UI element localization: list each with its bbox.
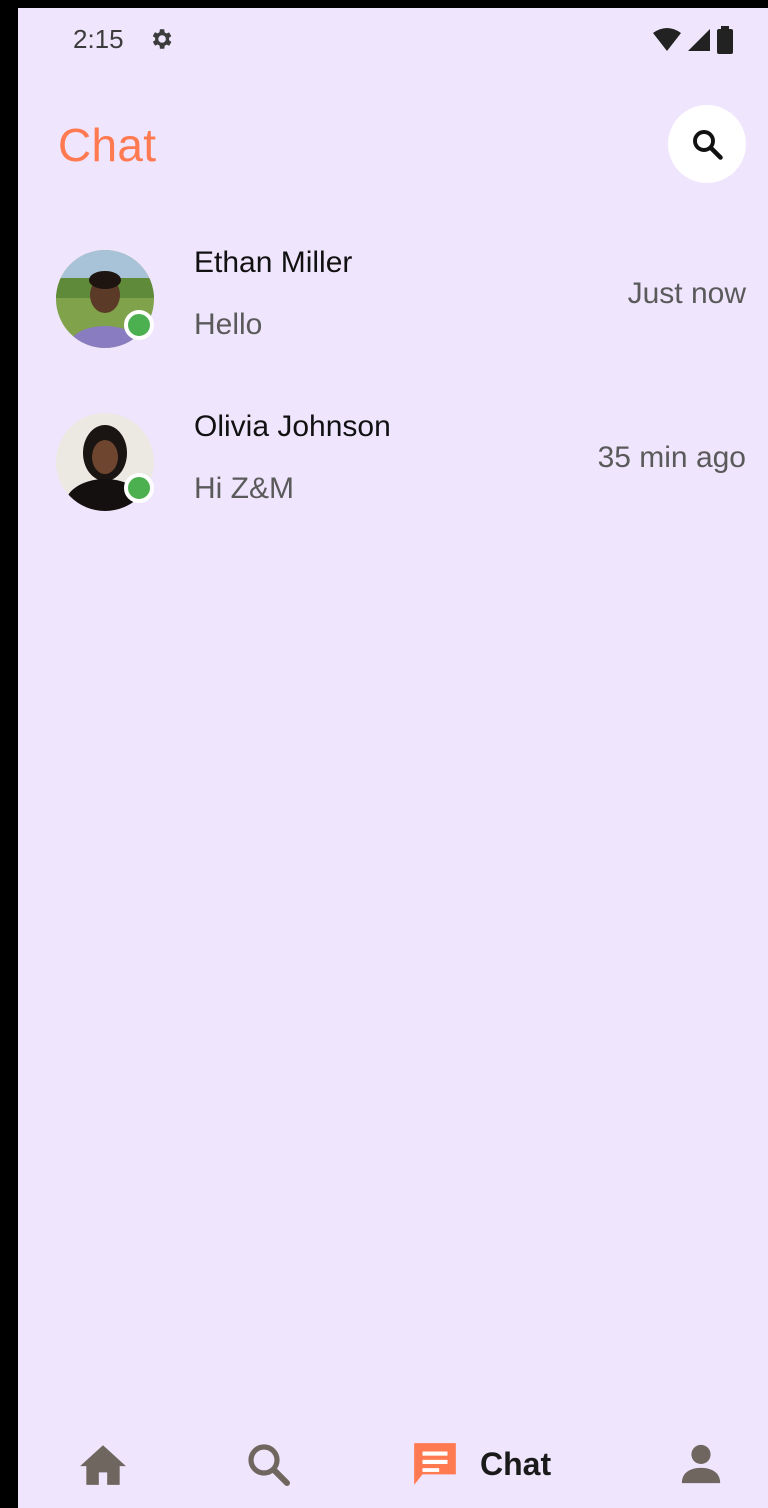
last-message: Hi Z&M: [194, 472, 294, 505]
chat-screen: 2:15 Chat Ethan Miller Hello Just now Ol…: [18, 8, 768, 1508]
status-icons: [652, 26, 734, 54]
nav-chat[interactable]: Chat: [410, 1436, 551, 1492]
home-icon: [80, 1445, 126, 1485]
contact-name: Olivia Johnson: [194, 410, 391, 443]
status-bar: 2:15: [18, 8, 768, 72]
nav-chat-label: Chat: [480, 1445, 552, 1482]
nav-search[interactable]: [244, 1436, 292, 1492]
last-message: Hello: [194, 308, 263, 341]
person-icon: [681, 1444, 721, 1484]
online-indicator: [124, 473, 154, 503]
search-icon: [248, 1444, 290, 1486]
contact-name: Ethan Miller: [194, 246, 353, 279]
chat-icon: [414, 1443, 456, 1485]
signal-icon: [688, 29, 710, 51]
bottom-nav: Chat: [18, 1418, 768, 1508]
search-icon: [693, 130, 723, 160]
nav-profile[interactable]: [678, 1436, 724, 1492]
message-time: 35 min ago: [597, 441, 746, 474]
gear-icon: [152, 29, 172, 49]
chat-item-olivia-johnson[interactable]: Olivia Johnson Hi Z&M 35 min ago: [18, 382, 768, 546]
avatar: [56, 250, 156, 366]
wifi-icon: [653, 28, 681, 51]
nav-home[interactable]: [78, 1436, 128, 1492]
avatar: [56, 413, 156, 531]
battery-icon: [717, 26, 733, 54]
chat-item-ethan-miller[interactable]: Ethan Miller Hello Just now: [18, 218, 768, 382]
page-title: Chat: [58, 119, 157, 171]
message-time: Just now: [627, 277, 746, 310]
search-button[interactable]: [668, 105, 746, 183]
online-indicator: [124, 310, 154, 340]
status-time: 2:15: [73, 24, 124, 54]
